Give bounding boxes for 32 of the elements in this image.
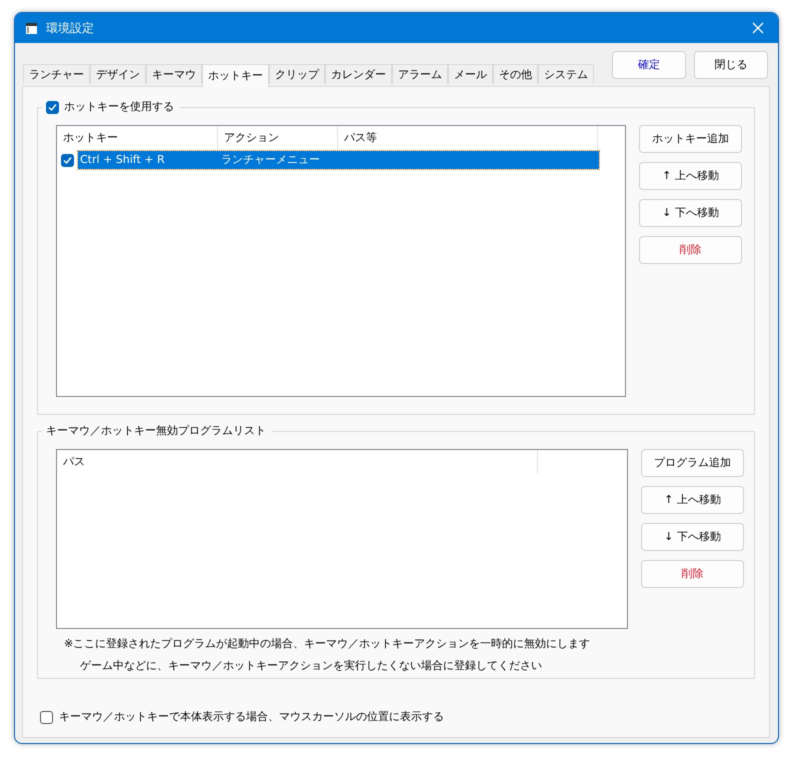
button[interactable]: ↑ 上へ移動 [641,486,744,514]
tab[interactable]: キーマウ [146,64,202,84]
tab[interactable]: その他 [493,64,538,84]
checkbox[interactable] [61,154,74,166]
option-label: キーマウ／ホットキーで本体表示する場合、マウスカーソルの位置に表示する [59,709,444,725]
group-label: キーマウ／ホットキー無効プログラムリスト [46,423,266,439]
tab[interactable]: ホットキー [202,64,269,87]
note-text: ※ここに登録されたプログラムが起動中の場合、キーマウ／ホットキーアクションを一時的に無効にします [63,637,592,651]
tab[interactable]: カレンダー [325,64,392,84]
button[interactable]: 閉じる [694,51,768,79]
tab[interactable]: デザイン [90,64,146,84]
button[interactable]: ↓ 下へ移動 [641,523,744,551]
tab[interactable]: クリップ [269,64,325,84]
window-icon [25,22,38,34]
window-title: 環境設定 [46,20,94,37]
checkbox[interactable] [40,710,53,724]
button[interactable]: ホットキー追加 [639,125,742,153]
group-label: ホットキーを使用する [64,99,174,115]
note-text: ゲーム中などに、キーマウ／ホットキーアクションを実行したくない場合に登録してください [79,659,543,673]
delete-button[interactable]: 削除 [639,236,742,264]
column-header[interactable]: パス [57,450,538,474]
tab[interactable]: ランチャー [23,64,90,84]
button[interactable]: ↑ 上へ移動 [639,162,742,190]
button[interactable]: プログラム追加 [641,449,744,477]
checkbox[interactable] [46,100,59,114]
tab[interactable]: メール [448,64,493,84]
button[interactable]: ↓ 下へ移動 [639,199,742,227]
list-row[interactable]: Ctrl + Shift + R ランチャーメニュー [78,151,599,169]
button[interactable]: 確定 [612,51,686,79]
delete-button[interactable]: 削除 [641,560,744,588]
tab[interactable]: アラーム [392,64,448,84]
tab[interactable]: システム [538,64,594,84]
